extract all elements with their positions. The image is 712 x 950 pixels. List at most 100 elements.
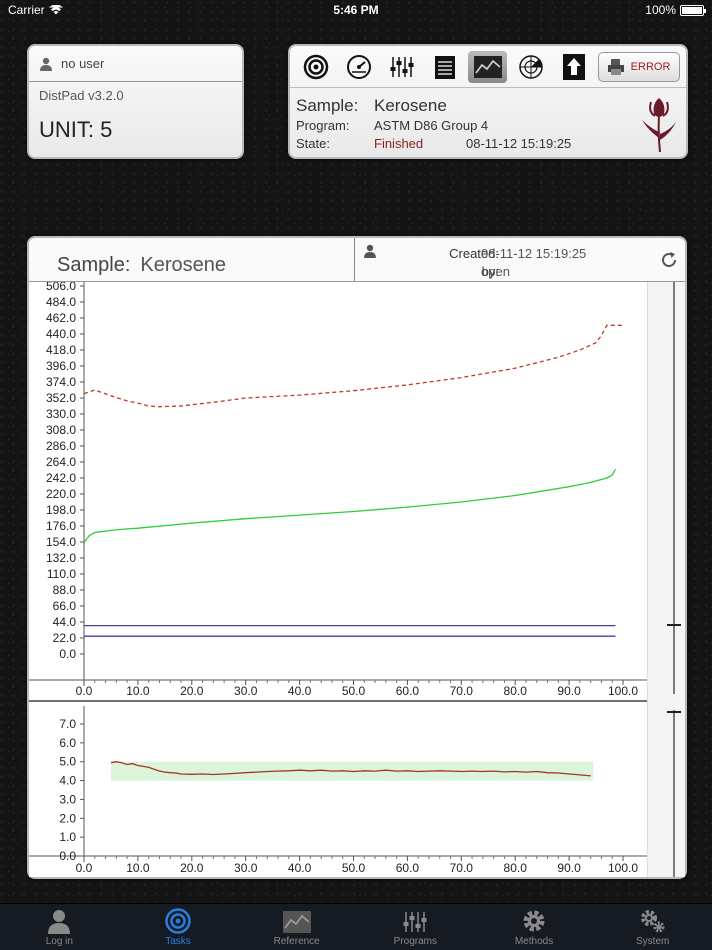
y-tick-label: 462.0 [46, 311, 76, 325]
y-tick-label: 176.0 [46, 519, 76, 533]
tab-log-in[interactable]: Log in [0, 904, 119, 950]
tool-radar[interactable] [511, 51, 550, 83]
battery-info: 100% [645, 3, 706, 17]
y-tick-label: 484.0 [46, 295, 76, 309]
sliders-icon [403, 912, 427, 932]
target-icon [303, 54, 328, 79]
y-tick-label: 66.0 [53, 599, 77, 613]
upload-icon [563, 53, 586, 80]
chart-sample-label: Sample: [57, 254, 131, 276]
y-tick-label: 3.0 [59, 792, 76, 806]
x-tick-label: 50.0 [342, 684, 366, 698]
clock: 5:46 PM [333, 3, 379, 17]
person-icon [40, 57, 52, 71]
tool-chart[interactable] [468, 50, 508, 83]
y-tick-label: 5.0 [59, 755, 76, 769]
radar-icon [519, 54, 543, 79]
state-value: Finished [374, 136, 424, 151]
x-tick-label: 100.0 [608, 861, 638, 875]
x-tick-label: 80.0 [504, 684, 528, 698]
info-sample-row: Sample: Kerosene [296, 96, 686, 118]
y-tick-label: 0.0 [59, 647, 76, 661]
series-line [83, 468, 617, 544]
chart-panel-header: Sample: Kerosene Created: 08-11-12 15:19… [29, 238, 685, 282]
y-tick-label: 22.0 [53, 631, 77, 645]
error-button[interactable]: ERROR [597, 51, 680, 82]
y-tick-label: 2.0 [59, 811, 76, 825]
run-status-panel: ERROR Sample: Kerosene Program: ASTM D86… [288, 44, 688, 159]
y-tick-label: 374.0 [46, 375, 76, 389]
state-timestamp: 08-11-12 15:19:25 [466, 136, 572, 151]
x-tick-label: 100.0 [608, 684, 638, 698]
chart-icon [473, 55, 502, 78]
y-tick-label: 418.0 [46, 343, 76, 357]
notepad-icon [434, 55, 455, 79]
tool-gauge[interactable] [339, 51, 378, 83]
info-program-row: Program: ASTM D86 Group 4 [296, 118, 686, 136]
tool-upload[interactable] [555, 51, 594, 83]
gauge-icon [346, 54, 371, 79]
x-tick-label: 90.0 [557, 861, 581, 875]
charts-area: 506.0 484.0 462.0 440.0 418.0 396.0 374.0 352.0… [29, 282, 685, 877]
chart-icon [282, 911, 311, 933]
unit-label: UNIT: 5 [39, 117, 113, 142]
x-tick-label: 70.0 [450, 861, 474, 875]
person-icon [364, 244, 376, 258]
refresh-icon[interactable] [659, 250, 679, 270]
y-tick-label: 352.0 [46, 391, 76, 405]
y-tick-label: 44.0 [53, 615, 77, 629]
y-tick-label: 242.0 [46, 471, 76, 485]
printer-icon [607, 58, 624, 75]
y-tick-label: 198.0 [46, 503, 76, 517]
x-tick-label: 80.0 [504, 861, 528, 875]
created-info: Created: 08-11-12 15:19:25 by: open [355, 238, 685, 281]
y-tick-label: 1.0 [59, 830, 76, 844]
y-tick-label: 6.0 [59, 736, 76, 750]
x-tick-label: 10.0 [126, 684, 150, 698]
x-tick-label: 30.0 [234, 861, 258, 875]
battery-icon [680, 4, 706, 16]
tab-label: Programs [393, 936, 438, 947]
tool-sliders[interactable] [382, 51, 421, 83]
status-bar: Carrier 5:46 PM 100% [0, 0, 712, 20]
program-value: ASTM D86 Group 4 [374, 118, 489, 133]
tab-label: Methods [514, 936, 554, 947]
x-tick-label: 40.0 [288, 861, 312, 875]
target-icon [165, 908, 191, 934]
state-label: State: [296, 136, 330, 151]
x-tick-label: 70.0 [450, 684, 474, 698]
y-tick-label: 264.0 [46, 455, 76, 469]
tab-programs[interactable]: Programs [356, 904, 475, 950]
x-tick-label: 40.0 [288, 684, 312, 698]
tab-bar: Log in Tasks Reference Programs Methods … [0, 903, 712, 950]
app-version: DistPad v3.2.0 [39, 88, 124, 103]
wifi-icon [48, 5, 63, 15]
info-state-row: State: Finished 08-11-12 15:19:25 [296, 136, 686, 154]
x-tick-label: 60.0 [396, 861, 420, 875]
user-row[interactable]: no user [29, 46, 242, 82]
tab-tasks[interactable]: Tasks [119, 904, 238, 950]
y-tick-label: 154.0 [46, 535, 76, 549]
error-label: ERROR [630, 60, 671, 73]
tab-reference[interactable]: Reference [237, 904, 356, 950]
y-tick-label: 0.0 [59, 849, 76, 863]
tulip-logo-icon [642, 98, 676, 153]
tool-target[interactable] [296, 51, 335, 83]
y-tick-label: 506.0 [46, 282, 76, 293]
x-tick-label: 0.0 [76, 861, 93, 875]
battery-label: 100% [645, 3, 676, 17]
y-tick-label: 220.0 [46, 487, 76, 501]
tool-notepad[interactable] [425, 51, 464, 83]
tab-label: Log in [45, 936, 73, 947]
toolbar: ERROR [290, 46, 686, 88]
tab-label: Reference [273, 936, 320, 947]
tab-methods[interactable]: Methods [475, 904, 594, 950]
tab-system[interactable]: System [593, 904, 712, 950]
carrier-info: Carrier [8, 3, 63, 17]
y-tick-label: 7.0 [59, 717, 76, 731]
run-info: Sample: Kerosene Program: ASTM D86 Group… [290, 88, 686, 154]
chart-sample-value: Kerosene [140, 254, 226, 276]
y-tick-label: 440.0 [46, 327, 76, 341]
x-tick-label: 90.0 [557, 684, 581, 698]
x-tick-label: 20.0 [180, 861, 204, 875]
